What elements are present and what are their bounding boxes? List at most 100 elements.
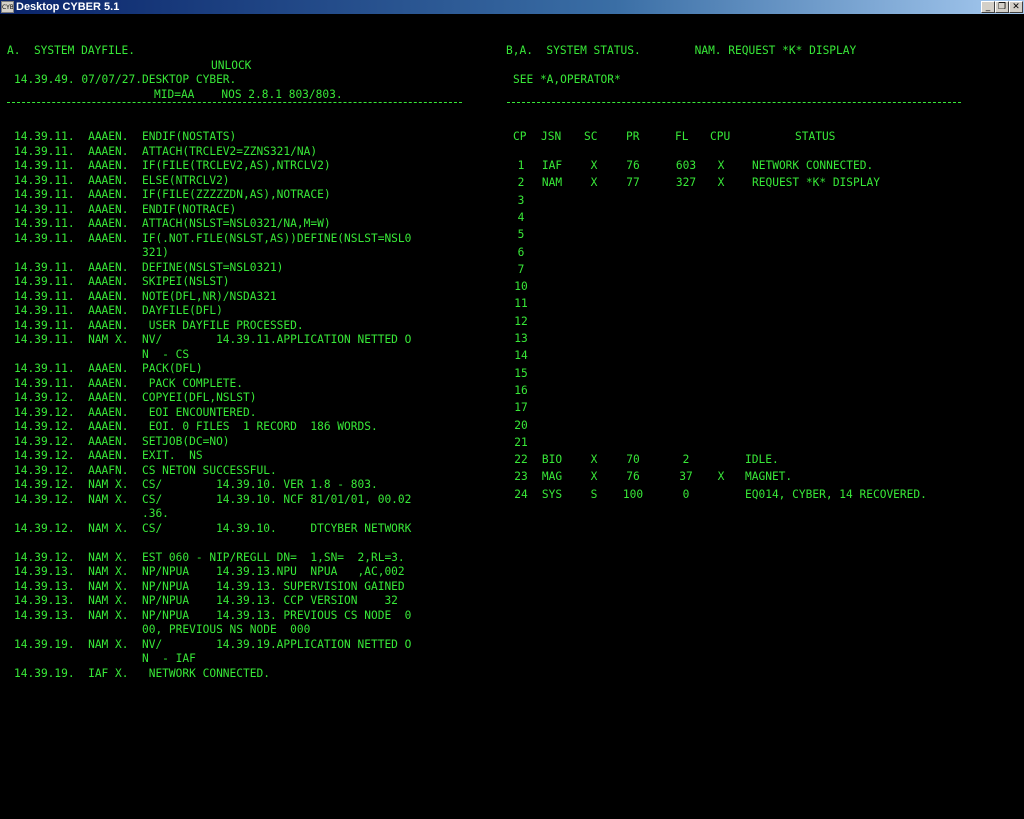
dayfile-line: 14.39.12. AAAEN. COPYEI(DFL,NSLST) xyxy=(14,391,257,404)
dayfile-line: 14.39.11. AAAEN. ENDIF(NOTRACE) xyxy=(14,202,237,216)
console-screen[interactable]: A. SYSTEM DAYFILE. UNLOCK 14.39.49. 07/0… xyxy=(0,14,1024,819)
status-cell-status: REQUEST *K* DISPLAY xyxy=(752,176,880,190)
dayfile-line: 00, PREVIOUS NS NODE 000 xyxy=(14,623,311,636)
status-cell-cp: 6 xyxy=(517,245,525,259)
status-cell-cp: 4 xyxy=(517,210,525,224)
dayfile-line: 14.39.12. AAAEN. SETJOB(DC=NO) xyxy=(14,434,230,448)
status-column-header: STATUS xyxy=(795,130,836,143)
dayfile-line: 14.39.12. NAM X. CS/ 14.39.10. NCF 81/01… xyxy=(14,492,412,506)
dayfile-line: 14.39.13. NAM X. NP/NPUA 14.39.13. CCP V… xyxy=(14,594,398,607)
status-cell-cp: 1 xyxy=(517,159,525,172)
status-cell-cpu: X xyxy=(717,159,725,172)
dayfile-line: 14.39.11. AAAEN. IF(.NOT.FILE(NSLST,AS))… xyxy=(14,231,412,245)
dayfile-line: 14.39.12. AAAFN. CS NETON SUCCESSFUL. xyxy=(14,463,277,477)
status-column-header: SC xyxy=(584,130,598,143)
close-button[interactable]: ✕ xyxy=(1009,1,1023,13)
dayfile-line: 14.39.13. NAM X. NP/NPUA 14.39.13. PREVI… xyxy=(14,608,412,622)
dayfile-line: 14.39.11. AAAEN. NOTE(DFL,NR)/NSDA321 xyxy=(14,289,277,303)
restore-button[interactable]: ❐ xyxy=(995,1,1009,13)
dayfile-line: 14.39.13. NAM X. NP/NPUA 14.39.13.NPU NP… xyxy=(14,565,405,578)
dayfile-line: 14.39.12. AAAEN. EOI ENCOUNTERED. xyxy=(14,405,257,419)
status-cell-status: IDLE. xyxy=(745,453,779,467)
dayfile-line: 14.39.11. AAAEN. PACK(DFL) xyxy=(14,362,203,375)
status-cell-sc: X xyxy=(590,176,598,190)
dayfile-line: N - IAF xyxy=(14,652,196,665)
status-cell-cp: 15 xyxy=(514,366,528,380)
dayfile-line: 14.39.11. AAAEN. DAYFILE(DFL) xyxy=(14,304,223,317)
status-cell-status: EQ014, CYBER, 14 RECOVERED. xyxy=(745,487,927,501)
dayfile-header: A. SYSTEM DAYFILE. xyxy=(7,44,135,57)
dayfile-line: 14.39.12. NAM X. EST 060 - NIP/REGLL DN=… xyxy=(14,550,405,564)
dayfile-line: N - CS xyxy=(14,347,190,361)
status-cell-status: MAGNET. xyxy=(745,470,793,484)
dayfile-line: 14.39.19. NAM X. NV/ 14.39.19.APPLICATIO… xyxy=(14,637,412,651)
status-cell-cp: 23 xyxy=(514,470,528,484)
dayfile-line: 14.39.11. AAAEN. ATTACH(NSLST=NSL0321/NA… xyxy=(14,217,331,230)
status-cell-cp: 3 xyxy=(517,193,525,207)
status-cell-cp: 22 xyxy=(514,453,528,467)
status-cell-cp: 16 xyxy=(514,383,528,397)
dayfile-line: 14.39.11. AAAEN. DEFINE(NSLST=NSL0321) xyxy=(14,260,284,274)
dayfile-line: 14.39.11. AAAEN. ELSE(NTRCLV2) xyxy=(14,173,230,187)
dayfile-line: 14.39.12. NAM X. CS/ 14.39.10. DTCYBER N… xyxy=(14,521,412,535)
status-cell-sc: X xyxy=(590,159,598,172)
status-cell-sc: S xyxy=(590,487,598,501)
status-divider xyxy=(507,102,961,103)
status-cell-fl: 603 xyxy=(675,159,697,172)
status-cell-jsn: SYS xyxy=(541,487,563,501)
dayfile-line: 14.39.11. NAM X. NV/ 14.39.11.APPLICATIO… xyxy=(14,333,412,346)
status-cell-fl: 37 xyxy=(679,470,693,484)
status-cell-cp: 13 xyxy=(514,332,528,345)
status-column-header: JSN xyxy=(541,130,562,143)
dayfile-divider xyxy=(7,102,462,103)
status-column-header: FL xyxy=(675,130,689,143)
title-bar[interactable]: CYB Desktop CYBER 5.1 _ ❐ ✕ xyxy=(0,0,1024,14)
dayfile-line: 14.39.11. AAAEN. ATTACH(TRCLEV2=ZZNS321/… xyxy=(14,144,318,158)
minimize-button[interactable]: _ xyxy=(981,1,995,13)
dayfile-line: 14.39.11. AAAEN. SKIPEI(NSLST) xyxy=(14,275,230,288)
dayfile-line: 14.39.11. AAAEN. IF(FILE(ZZZZZDN,AS),NOT… xyxy=(14,188,331,201)
dayfile-line: 321) xyxy=(14,246,169,259)
status-cell-jsn: MAG xyxy=(541,470,563,484)
status-cell-cp: 14 xyxy=(514,349,528,363)
status-cell-cpu: X xyxy=(717,470,725,484)
status-cell-pr: 100 xyxy=(622,487,644,501)
dayfile-line: 14.39.11. AAAEN. PACK COMPLETE. xyxy=(14,376,244,390)
status-cell-status: NETWORK CONNECTED. xyxy=(752,159,874,172)
dayfile-line: 14.39.19. IAF X. NETWORK CONNECTED. xyxy=(14,666,270,680)
status-cell-sc: X xyxy=(590,453,598,467)
dayfile-line xyxy=(14,536,411,551)
dayfile-line: 14.39.13. NAM X. NP/NPUA 14.39.13. SUPER… xyxy=(14,579,405,593)
status-cell-cp: 24 xyxy=(514,487,528,501)
status-cell-cp: 17 xyxy=(514,401,528,415)
status-cell-cp: 7 xyxy=(517,262,525,276)
dayfile-line: 14.39.11. AAAEN. USER DAYFILE PROCESSED. xyxy=(14,318,304,332)
status-see-operator: SEE *A,OPERATOR* xyxy=(513,73,621,86)
status-cell-jsn: NAM xyxy=(541,176,563,190)
status-cell-pr: 76 xyxy=(626,159,640,172)
status-cell-sc: X xyxy=(590,470,598,484)
status-cell-cp: 12 xyxy=(514,314,528,328)
status-cell-jsn: IAF xyxy=(541,159,563,172)
dayfile-line: 14.39.12. NAM X. CS/ 14.39.10. VER 1.8 -… xyxy=(14,478,378,491)
status-cell-pr: 70 xyxy=(626,453,640,467)
status-cell-cp: 2 xyxy=(517,176,525,190)
status-header: B,A. SYSTEM STATUS. NAM. REQUEST *K* DIS… xyxy=(506,44,857,57)
status-cell-fl: 0 xyxy=(682,487,690,501)
status-cell-cp: 10 xyxy=(514,280,528,294)
status-cell-cp: 21 xyxy=(514,435,528,449)
status-cell-jsn: BIO xyxy=(541,453,563,467)
status-cell-cp: 11 xyxy=(514,297,528,311)
status-column-header: CPU xyxy=(710,130,731,143)
status-cell-fl: 327 xyxy=(675,176,697,190)
app-icon[interactable]: CYB xyxy=(1,1,14,13)
dayfile-line: 14.39.11. AAAEN. ENDIF(NOSTATS) xyxy=(14,130,237,143)
dayfile-log: 14.39.11. AAAEN. ENDIF(NOSTATS) 14.39.11.… xyxy=(14,130,411,681)
status-cell-cpu: X xyxy=(717,176,725,190)
status-column-header: PR xyxy=(626,130,640,143)
unlock-label: UNLOCK xyxy=(211,59,252,72)
status-cell-pr: 76 xyxy=(626,470,640,484)
status-cell-pr: 77 xyxy=(626,176,640,190)
status-cell-fl: 2 xyxy=(682,453,690,467)
dayfile-line: 14.39.12. AAAEN. EXIT. NS xyxy=(14,449,203,462)
